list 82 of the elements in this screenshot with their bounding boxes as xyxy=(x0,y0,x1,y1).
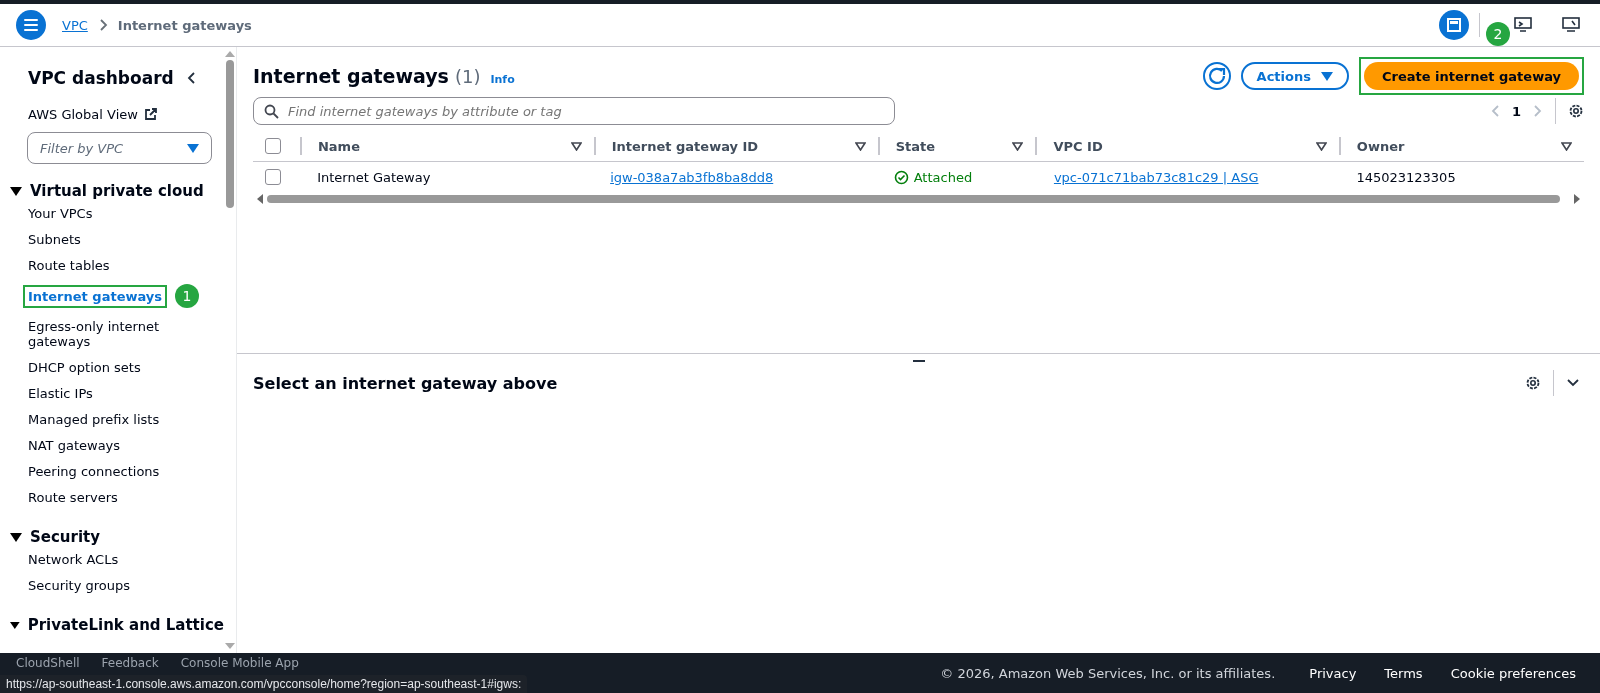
nav-link[interactable]: DHCP option sets xyxy=(28,360,141,375)
monitor-icon xyxy=(1562,17,1580,33)
nav-link[interactable]: Network ACLs xyxy=(28,552,119,567)
status-url-tooltip: https://ap-southeast-1.console.aws.amazon.com/vpcconsole/home?region=ap-southeast-1#igws: xyxy=(0,675,528,693)
actions-button[interactable]: Actions xyxy=(1240,62,1349,90)
refresh-icon xyxy=(1206,66,1227,86)
column-header[interactable]: Name xyxy=(317,138,563,154)
column-header[interactable]: Owner xyxy=(1356,138,1553,154)
section-heading: PrivateLink and Lattice xyxy=(27,616,224,634)
sort-icon[interactable] xyxy=(1561,141,1572,151)
copyright-text: © 2026, Amazon Web Services, Inc. or its affiliates. xyxy=(940,665,1276,681)
nav-link[interactable]: Elastic IPs xyxy=(28,386,93,401)
external-link-icon xyxy=(143,108,157,121)
section-heading: Security xyxy=(30,528,101,546)
column-header[interactable]: Internet gateway ID xyxy=(611,138,847,154)
vpc-filter-dropdown[interactable]: Filter by VPC xyxy=(27,132,212,164)
window-icon xyxy=(1446,17,1462,33)
info-link[interactable]: Info xyxy=(490,73,515,86)
refresh-button[interactable] xyxy=(1202,62,1231,90)
settings-icon[interactable] xyxy=(1568,103,1584,119)
breadcrumb-link[interactable]: VPC xyxy=(62,17,88,33)
caret-down-icon[interactable] xyxy=(10,532,22,542)
check-circle-icon xyxy=(893,169,909,185)
table-cell: 145023123305 xyxy=(1356,169,1456,185)
nav-link[interactable]: Security groups xyxy=(28,578,131,593)
nav-link[interactable]: Route servers xyxy=(28,490,118,505)
annotation-badge: 1 xyxy=(175,284,200,308)
menu-button[interactable] xyxy=(16,10,46,40)
caret-down-icon xyxy=(1320,71,1333,81)
resize-handle[interactable] xyxy=(912,360,925,362)
gateway-id-link[interactable]: igw-038a7ab3fb8ba8dd8 xyxy=(610,169,774,185)
scrollbar-thumb[interactable] xyxy=(226,60,234,208)
scrollbar-thumb[interactable] xyxy=(267,195,1560,203)
details-heading: Select an internet gateway above xyxy=(253,373,558,393)
chevron-right-icon xyxy=(97,18,108,32)
nav-link[interactable]: Internet gateways xyxy=(23,284,168,308)
nav-link[interactable]: Managed prefix lists xyxy=(28,412,160,427)
nav-link[interactable]: Your VPCs xyxy=(28,206,93,221)
footer-link[interactable]: Console Mobile App xyxy=(180,656,299,670)
settings-icon[interactable] xyxy=(1525,375,1541,391)
nav-link[interactable]: Egress-only internet gateways xyxy=(28,319,188,349)
footer-link[interactable]: CloudShell xyxy=(16,656,80,670)
create-internet-gateway-button[interactable]: Create internet gateway xyxy=(1363,62,1579,90)
panel-toggle-button[interactable] xyxy=(1439,10,1469,40)
search-field[interactable]: Find internet gateways by attribute or tag xyxy=(253,97,895,125)
page-number[interactable]: 1 xyxy=(1511,103,1521,119)
nav-link[interactable]: NAT gateways xyxy=(28,438,121,453)
vpc-id-link[interactable]: vpc-071c71bab73c81c29 | ASG xyxy=(1053,169,1259,185)
caret-down-icon[interactable] xyxy=(10,186,22,196)
breadcrumb-link[interactable]: Internet gateways xyxy=(117,17,252,33)
monitor-icon xyxy=(1514,17,1532,33)
table-cell: Internet Gateway xyxy=(317,169,431,185)
scroll-right-icon[interactable] xyxy=(1574,194,1580,204)
row-checkbox[interactable] xyxy=(265,169,281,185)
footer-link[interactable]: Feedback xyxy=(101,656,159,670)
global-view-link[interactable]: AWS Global View xyxy=(28,107,138,122)
select-all-checkbox[interactable] xyxy=(265,138,281,154)
column-header[interactable]: State xyxy=(895,138,1005,154)
sort-icon[interactable] xyxy=(854,141,866,151)
search-icon xyxy=(264,104,279,119)
collapse-icon[interactable] xyxy=(186,71,196,85)
scroll-left-icon[interactable] xyxy=(257,194,263,204)
chevron-down-icon[interactable] xyxy=(1566,378,1580,388)
annotation-badge: 2 xyxy=(1486,22,1510,46)
sort-icon[interactable] xyxy=(570,141,582,151)
footer-link[interactable]: Cookie preferences xyxy=(1450,665,1576,681)
nav-link[interactable]: Route tables xyxy=(28,258,110,273)
item-count: (1) xyxy=(454,66,481,87)
footer-link[interactable]: Terms xyxy=(1384,665,1423,681)
status-text: Attached xyxy=(913,169,973,185)
sort-icon[interactable] xyxy=(1315,141,1327,151)
nav-link[interactable]: Subnets xyxy=(28,232,81,247)
page-title: Internet gateways xyxy=(253,65,449,87)
nav-link[interactable]: Peering connections xyxy=(28,464,160,479)
caret-down-icon xyxy=(187,143,199,153)
section-heading: Virtual private cloud xyxy=(30,182,204,200)
sidebar-title: VPC dashboard xyxy=(28,68,174,88)
menu-icon xyxy=(24,19,38,31)
sort-icon[interactable] xyxy=(1012,141,1024,151)
column-header[interactable]: VPC ID xyxy=(1053,138,1308,154)
caret-down-icon[interactable] xyxy=(10,620,20,630)
footer-link[interactable]: Privacy xyxy=(1309,665,1357,681)
